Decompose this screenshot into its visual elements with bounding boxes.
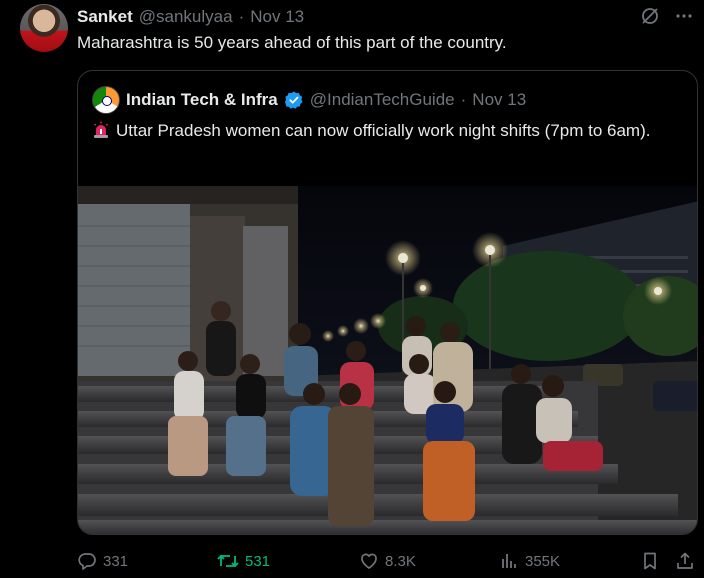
reply-button[interactable]: 331 [77,550,128,572]
photo-illustration [78,186,697,534]
reply-icon [78,553,96,570]
retweet-button[interactable]: 531 [217,550,270,572]
quoted-tweet[interactable]: Indian Tech & Infra @IndianTechGuide · N… [77,70,698,535]
tweet-date[interactable]: Nov 13 [250,7,304,27]
bookmark-icon [644,552,656,570]
like-icon [361,553,377,569]
quote-header: Indian Tech & Infra @IndianTechGuide · N… [92,86,526,114]
views-button[interactable]: 355K [499,550,560,572]
quote-author-handle[interactable]: @IndianTechGuide [310,90,455,110]
avatar[interactable] [20,4,68,52]
grok-icon[interactable] [640,6,660,26]
tweet-top-actions [640,6,694,26]
views-count: 355K [525,552,561,570]
separator: · [238,7,245,26]
share-icon [677,552,693,569]
quote-author-name[interactable]: Indian Tech & Infra [126,90,278,110]
like-count: 8.3K [385,552,416,570]
quote-text: Uttar Pradesh women can now officially w… [116,121,651,140]
verified-icon [284,90,304,110]
more-icon[interactable] [674,6,694,26]
quote-avatar[interactable] [92,86,120,114]
tweet-header: Sanket @sankulyaa · Nov 13 [77,6,304,28]
retweet-icon [217,555,239,567]
like-button[interactable]: 8.3K [359,550,416,572]
quote-text-block: Uttar Pradesh women can now officially w… [92,119,672,143]
quote-date[interactable]: Nov 13 [472,90,526,110]
tweet-text: Maharashtra is 50 years ahead of this pa… [77,33,507,52]
rotating-light-icon [92,121,110,139]
author-name[interactable]: Sanket [77,7,133,27]
share-button[interactable] [675,550,695,572]
bookmark-button[interactable] [640,550,660,572]
tweet-actions: 331 531 8.3K 355K [77,550,697,572]
retweet-count: 531 [245,552,271,570]
reply-count: 331 [103,552,129,570]
tweet[interactable]: Sanket @sankulyaa · Nov 13 Maharashtra i… [0,0,704,578]
views-icon [502,554,516,568]
tweet-photo[interactable] [78,186,697,534]
author-handle[interactable]: @sankulyaa [139,7,233,27]
quote-separator: · [460,90,467,109]
